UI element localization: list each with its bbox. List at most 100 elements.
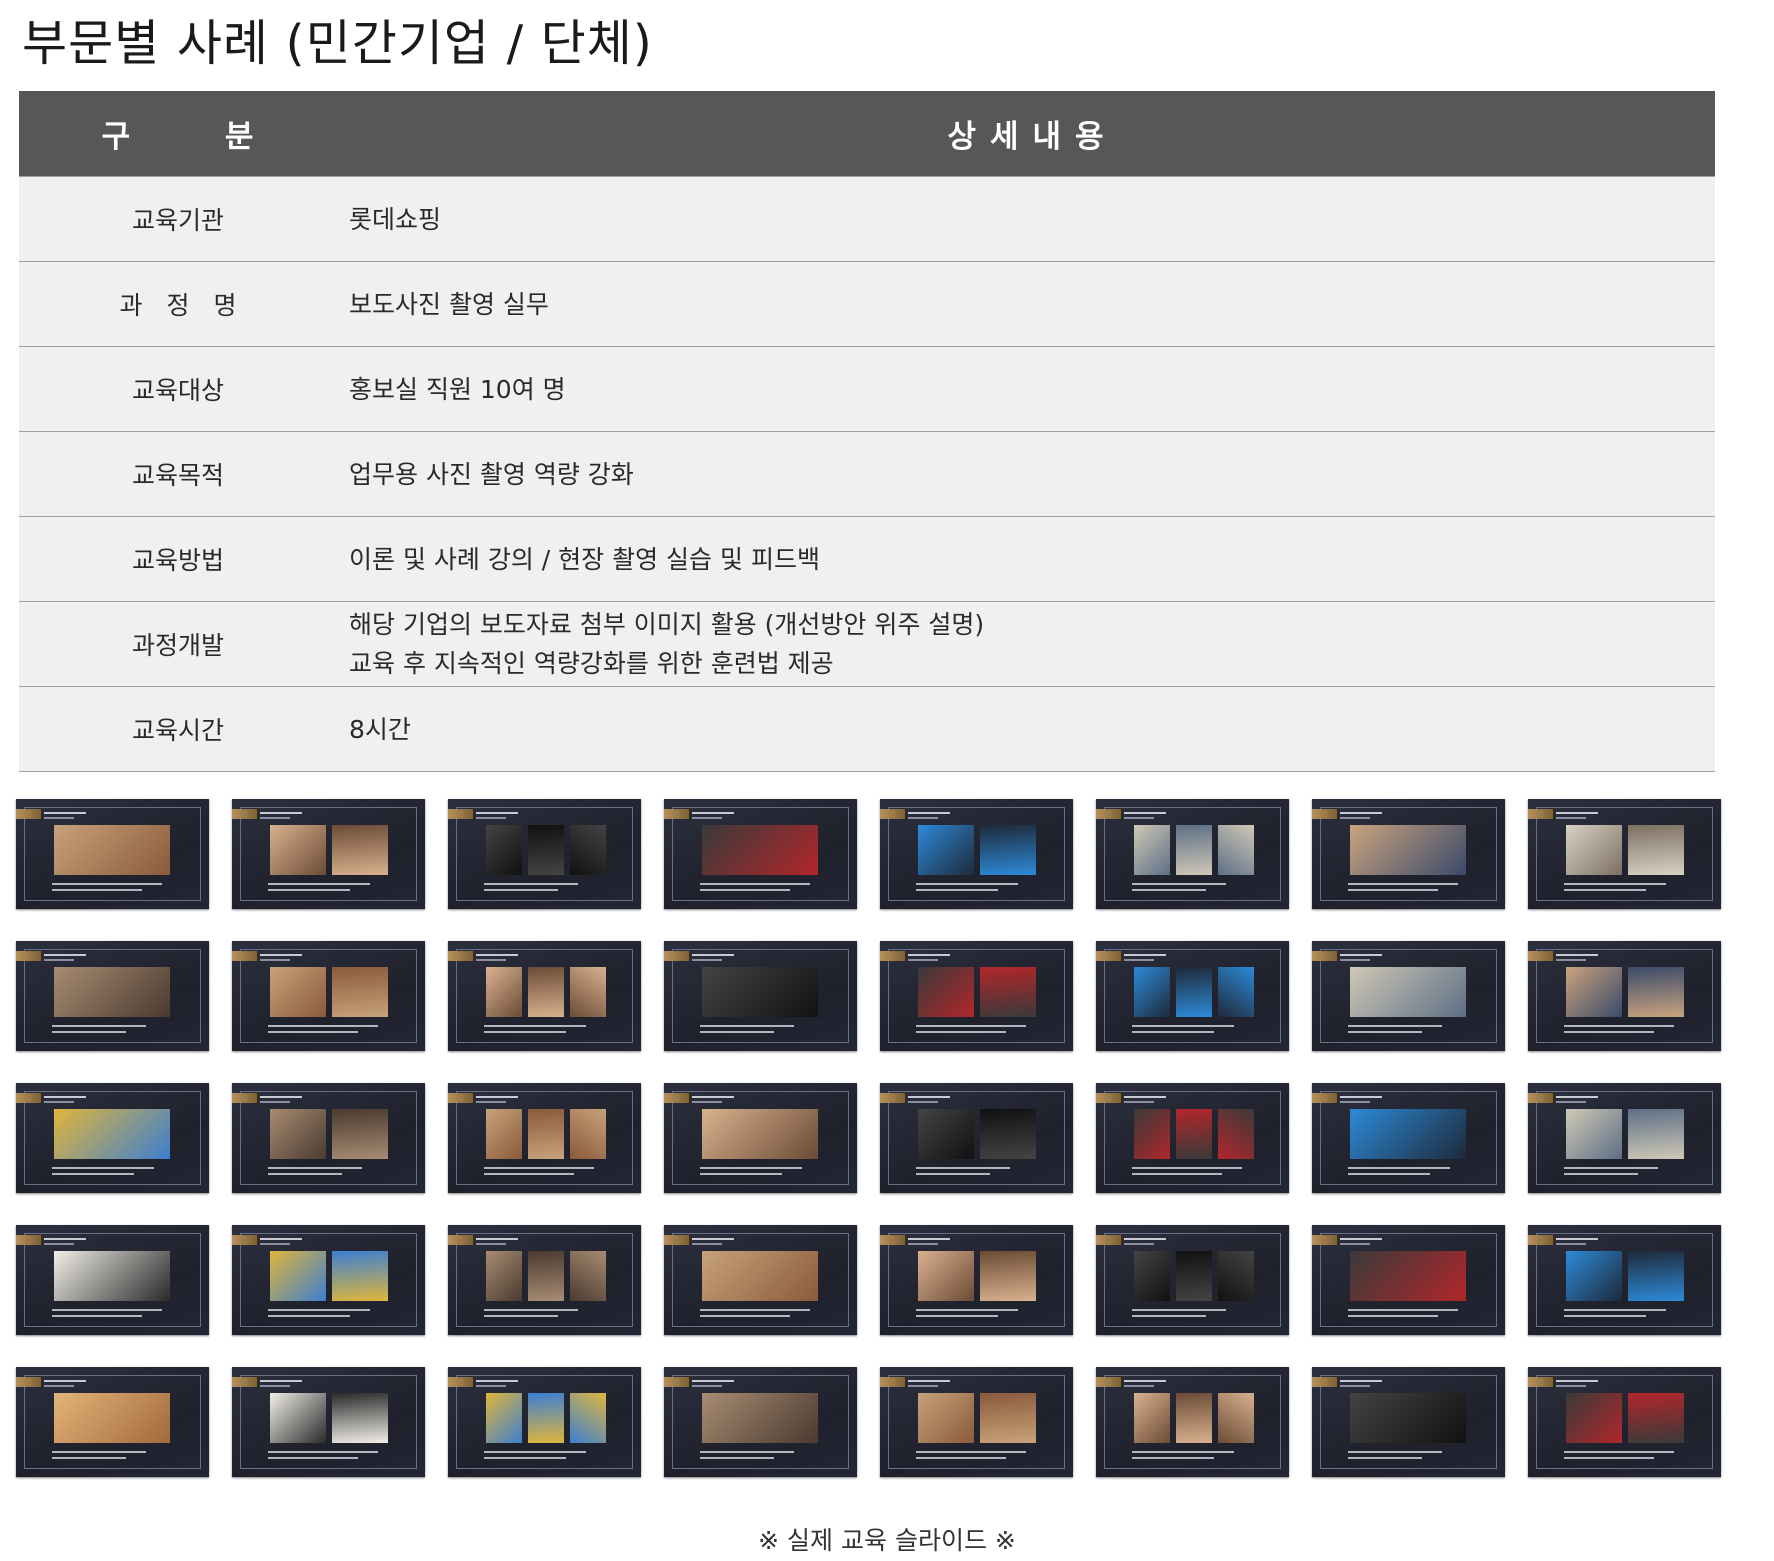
slide-logo-tab [232,951,257,961]
slide-heading-line [44,817,74,819]
slide-heading-line [260,1385,290,1387]
slide-photo [570,825,606,875]
slide-logo-tab [448,1093,473,1103]
slide-photo [1176,967,1212,1017]
slide-logo-tab [880,1093,905,1103]
slide-heading-line [908,1101,938,1103]
slide-heading-line [1340,1238,1382,1240]
slide-logo-tab [232,1377,257,1387]
slide-photo [918,1393,974,1443]
slide-thumbnail [880,1225,1073,1335]
row-label-method: 교육방법 [19,516,337,602]
slide-caption-line [484,883,578,885]
slide-caption-line [1564,1167,1658,1169]
slide-heading-line [260,1096,302,1098]
slide-heading-line [476,1243,506,1245]
slide-logo-tab [448,1235,473,1245]
slide-thumbnail [448,941,641,1051]
slide-heading-line [476,1385,506,1387]
row-label-development: 과정개발 [19,601,337,687]
slide-logo-tab [1528,1093,1553,1103]
slide-thumbnail [1312,799,1505,909]
slide-caption-line [916,1451,1026,1453]
slide-caption-line [700,1457,774,1459]
slide-logo-tab [448,951,473,961]
row-value-development: 해당 기업의 보도자료 첨부 이미지 활용 (개선방안 위주 설명) 교육 후 … [337,601,1715,687]
slide-logo-tab [448,809,473,819]
slide-heading-line [44,1380,86,1382]
slide-caption-line [916,889,998,891]
slide-heading-line [1124,1238,1166,1240]
slide-logo-tab [16,1093,41,1103]
slide-caption-line [1564,1031,1654,1033]
slide-photo [1350,825,1466,875]
slide-heading-line [1556,812,1598,814]
slide-caption-line [52,1451,146,1453]
slide-caption-line [1564,1451,1674,1453]
slide-caption-line [700,1173,782,1175]
column-header-details: 상세내용 [337,91,1715,177]
slide-heading-line [1556,1380,1598,1382]
slide-photo [1350,1109,1466,1159]
slide-photo [54,1109,170,1159]
slide-logo-tab [1096,1377,1121,1387]
slide-caption-line [268,1451,378,1453]
slide-photo [1218,825,1254,875]
slide-photo [486,1251,522,1301]
slide-logo-tab [1096,951,1121,961]
slide-caption-line [700,1315,790,1317]
slide-photo [270,967,326,1017]
slide-photo [1628,1109,1684,1159]
slide-caption-line [52,889,142,891]
slide-photo [486,1109,522,1159]
slide-photo [980,1251,1036,1301]
row-value-course-name: 보도사진 촬영 실무 [337,261,1715,347]
row-value-development-line-1: 해당 기업의 보도자료 첨부 이미지 활용 (개선방안 위주 설명) [349,610,985,639]
slide-heading-line [1556,1243,1586,1245]
slide-heading-line [692,1238,734,1240]
slide-thumbnail [16,941,209,1051]
slide-thumbnail [1312,1367,1505,1477]
slide-logo-tab [880,1235,905,1245]
slide-heading-line [1340,1243,1370,1245]
slide-photo [332,1109,388,1159]
slide-photo [1566,825,1622,875]
slide-heading-line [476,954,518,956]
slide-logo-tab [880,951,905,961]
slide-caption-line [1132,1173,1222,1175]
slide-photo [918,1109,974,1159]
slide-caption-line [916,1025,1026,1027]
slide-heading-line [1556,817,1586,819]
slide-caption-line [1348,1025,1442,1027]
slide-caption-line [1132,1457,1214,1459]
slide-caption-line [700,1451,794,1453]
slide-caption-line [484,1167,594,1169]
slide-thumbnail [232,799,425,909]
slide-photo [332,1393,388,1443]
slide-logo-tab [1528,1377,1553,1387]
row-value-target: 홍보실 직원 10여 명 [337,346,1715,432]
slide-logo-tab [1096,809,1121,819]
page-title: 부문별 사례 (민간기업 / 단체) [22,15,653,72]
slide-photo [1218,1393,1254,1443]
slide-photo [702,1109,818,1159]
slide-photo [570,967,606,1017]
slide-logo-tab [448,1377,473,1387]
slide-caption-line [1348,1167,1450,1169]
slide-caption-line [268,883,370,885]
slide-thumbnail [232,1367,425,1477]
slide-thumbnail [1312,1083,1505,1193]
table-row: 교육대상 홍보실 직원 10여 명 [19,346,1715,432]
slide-caption-line [1564,1309,1666,1311]
slide-heading-line [260,1238,302,1240]
slide-thumbnail [16,1083,209,1193]
slide-caption-line [52,1309,162,1311]
slide-heading-line [1556,1238,1598,1240]
slide-heading-line [260,954,302,956]
slide-caption-line [916,1167,1010,1169]
slide-caption-line [916,1315,998,1317]
slide-photo [1176,1109,1212,1159]
slide-thumbnail [16,799,209,909]
column-header-category: 구 분 [19,91,337,177]
slide-heading-line [1124,1243,1154,1245]
